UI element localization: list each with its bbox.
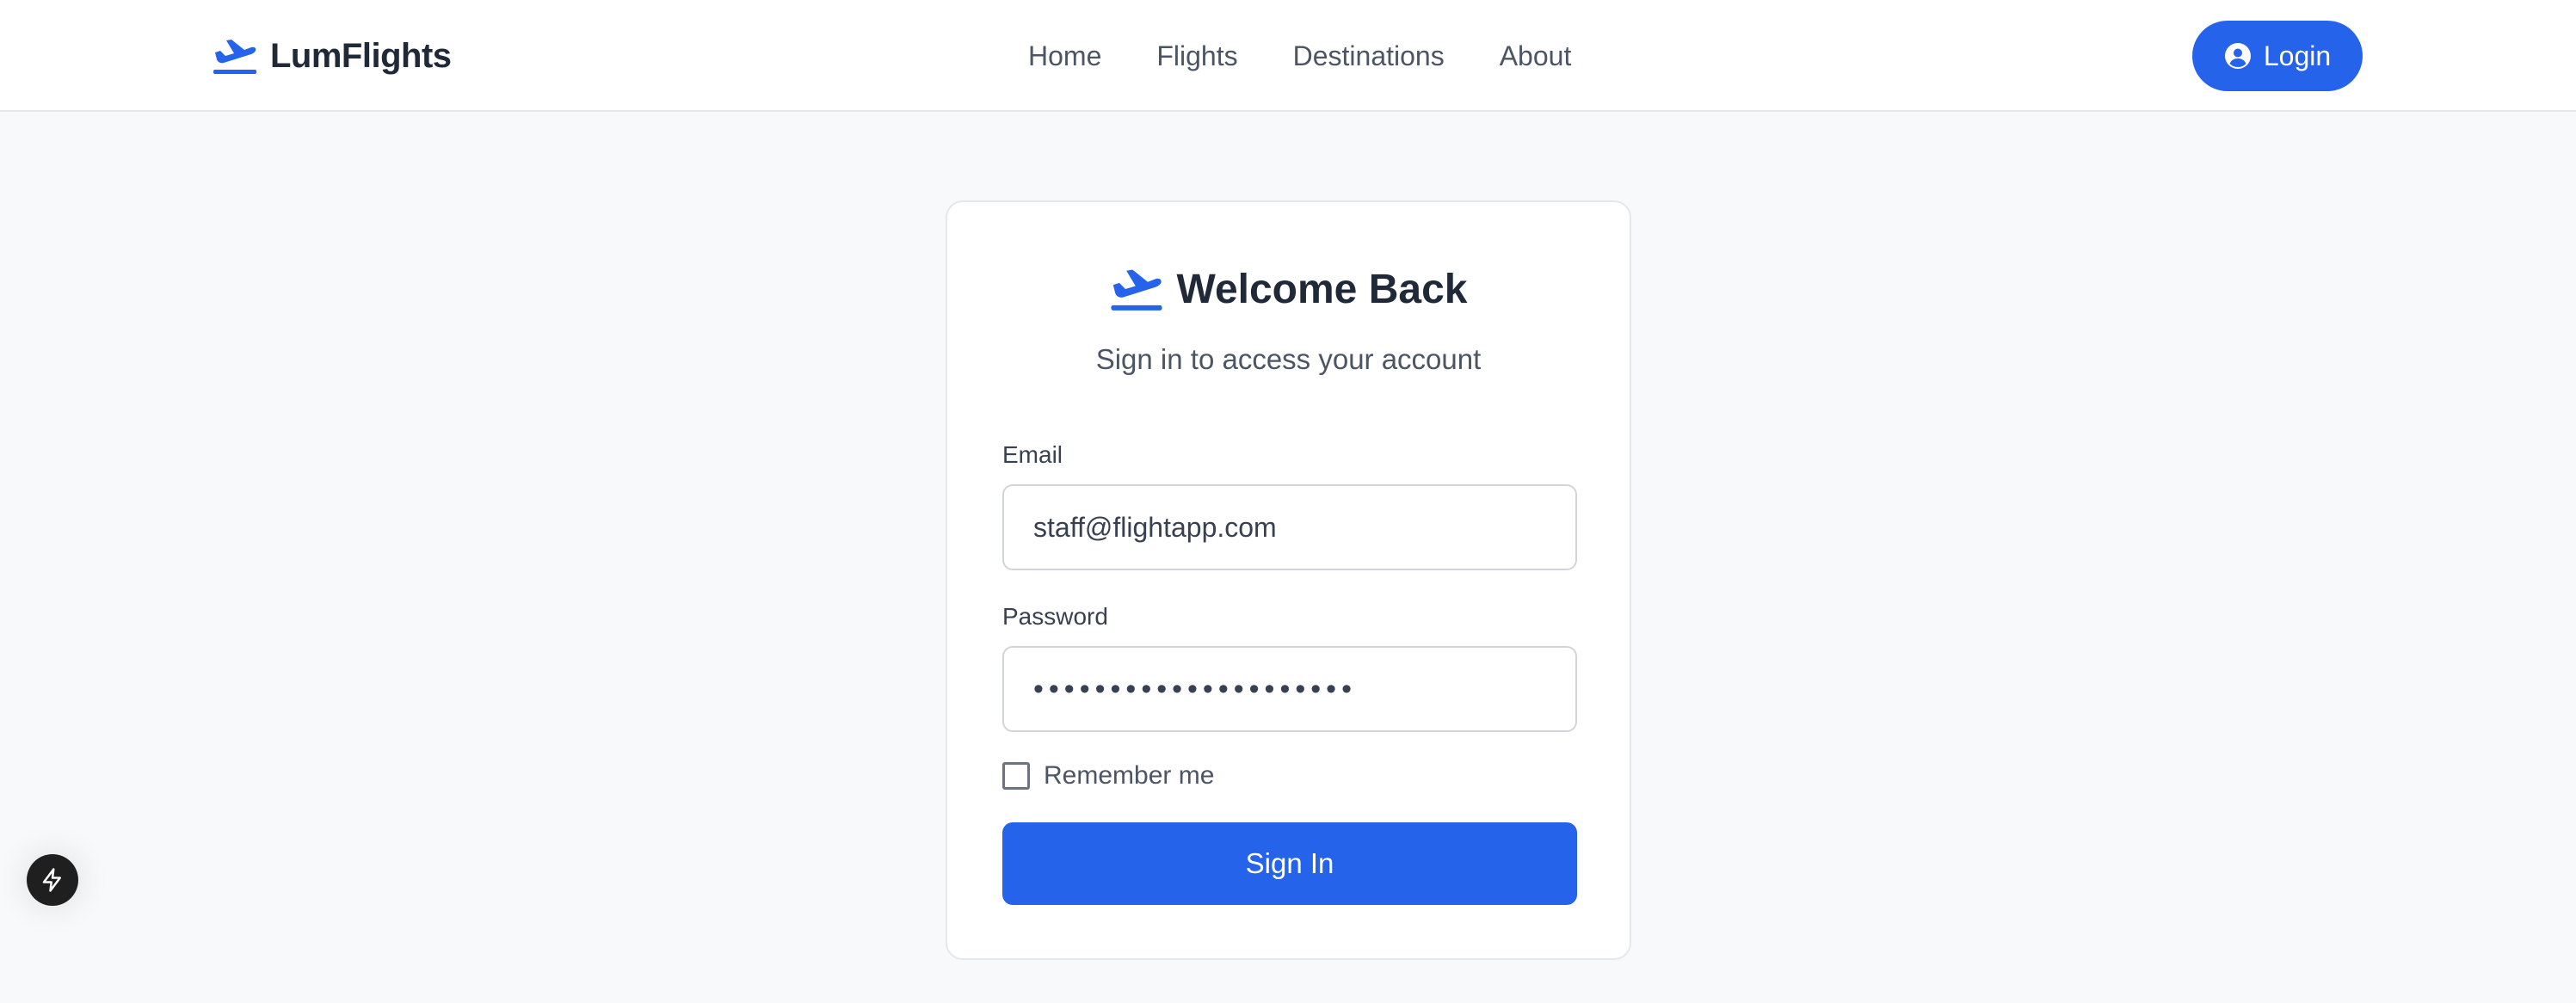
top-navbar: LumFlights Home Flights Destinations Abo… xyxy=(0,0,2576,112)
page-subtitle: Sign in to access your account xyxy=(1095,343,1482,375)
floating-action-button[interactable] xyxy=(27,854,78,906)
password-label: Password xyxy=(1002,603,1108,630)
remember-me-option[interactable]: Remember me xyxy=(1002,760,1214,791)
main-nav: Home Flights Destinations About xyxy=(1028,33,1571,79)
email-label: Email xyxy=(1002,441,1063,468)
sign-in-button[interactable]: Sign In xyxy=(1002,822,1577,905)
login-button-label: Login xyxy=(2263,40,2332,71)
brand-name: LumFlights xyxy=(270,36,452,75)
nav-item-about[interactable]: About xyxy=(1500,40,1572,72)
remember-me-label: Remember me xyxy=(1044,761,1215,790)
nav-item-home[interactable]: Home xyxy=(1028,40,1101,72)
lightning-bolt-icon xyxy=(42,868,61,892)
nav-item-flights[interactable]: Flights xyxy=(1156,40,1237,72)
plane-departure-icon xyxy=(1110,269,1162,311)
login-button[interactable]: Login xyxy=(2192,21,2363,91)
login-card: Welcome Back Sign in to access your acco… xyxy=(946,200,1631,960)
remember-me-checkbox[interactable] xyxy=(1002,762,1030,790)
nav-item-destinations[interactable]: Destinations xyxy=(1293,40,1445,72)
page-title: Welcome Back xyxy=(1176,266,1468,312)
email-field[interactable] xyxy=(1002,484,1577,570)
user-circle-icon xyxy=(2224,43,2251,69)
password-field[interactable] xyxy=(1002,646,1577,732)
plane-departure-icon xyxy=(213,40,256,74)
login-card-header: Welcome Back xyxy=(947,259,1630,319)
brand-logo[interactable]: LumFlights xyxy=(213,31,452,81)
